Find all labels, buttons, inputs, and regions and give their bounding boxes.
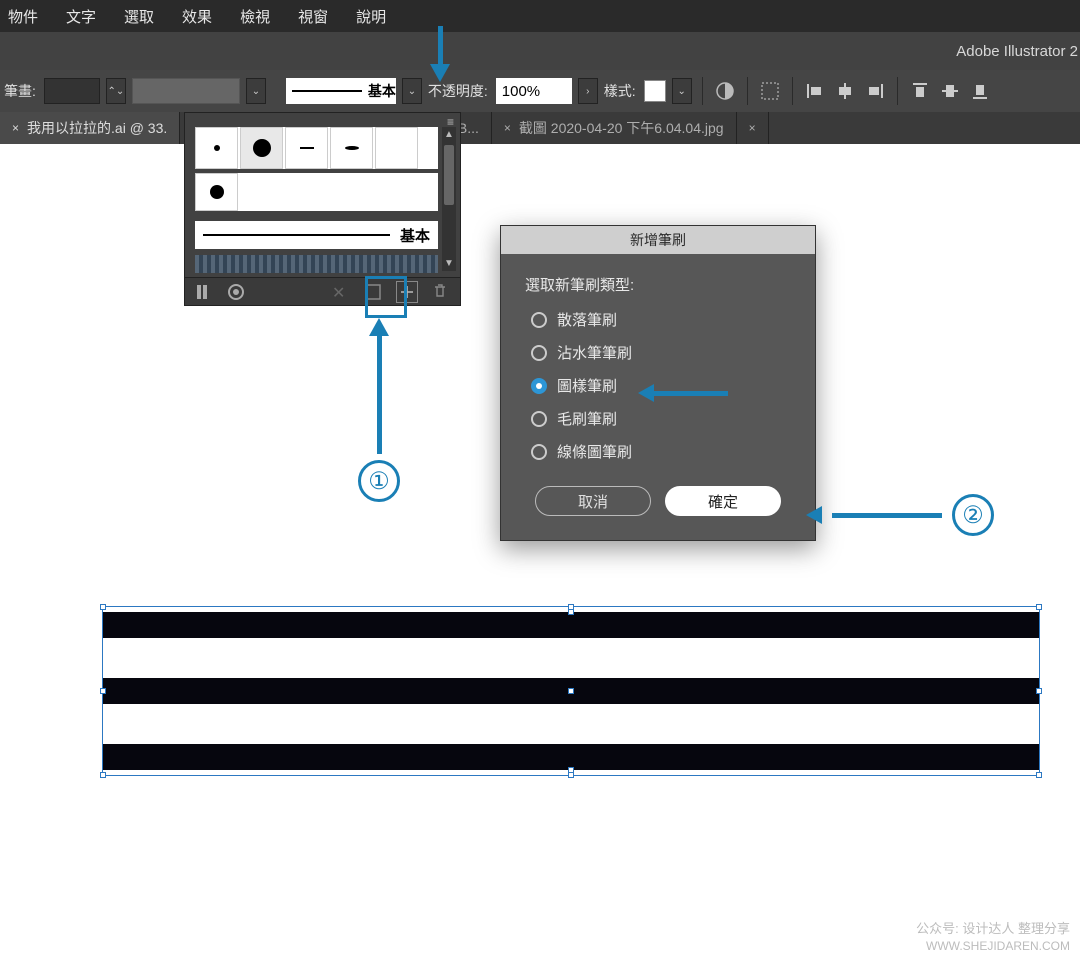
menu-object[interactable]: 物件	[8, 6, 38, 27]
separator	[792, 77, 793, 105]
menu-window[interactable]: 視窗	[298, 6, 328, 27]
app-title: Adobe Illustrator 2	[956, 43, 1078, 60]
remove-stroke-icon[interactable]: ✕	[332, 283, 350, 301]
selected-artwork[interactable]	[102, 612, 1040, 770]
radio-scatter-brush[interactable]: 散落筆刷	[531, 309, 791, 330]
align-right-icon[interactable]	[863, 79, 887, 103]
new-brush-button[interactable]	[396, 281, 418, 303]
watermark-line2: WWW.SHEJIDAREN.COM	[916, 938, 1070, 955]
graphic-style-swatch[interactable]	[644, 80, 666, 102]
separator	[702, 77, 703, 105]
cancel-button[interactable]: 取消	[535, 486, 651, 516]
menubar: 物件 文字 選取 效果 檢視 視窗 說明	[0, 0, 1080, 32]
brush-basic-row[interactable]: 基本	[195, 221, 438, 249]
align-top-icon[interactable]	[908, 79, 932, 103]
tab-label: 截圖 2020-04-20 下午6.04.04.jpg	[519, 118, 724, 138]
brush-texture-swatch[interactable]	[195, 255, 438, 273]
close-icon[interactable]: ×	[504, 121, 511, 135]
callout-number: ①	[358, 460, 400, 502]
document-tab[interactable]: × 我用以拉拉的.ai @ 33.	[0, 112, 180, 144]
radio-label: 沾水筆筆刷	[557, 342, 632, 363]
menu-select[interactable]: 選取	[124, 6, 154, 27]
close-icon[interactable]: ×	[12, 121, 19, 135]
callout-number: ②	[952, 494, 994, 536]
stroke-label: 筆畫:	[4, 81, 36, 101]
brush-definition-dropdown[interactable]: 基本	[286, 78, 396, 104]
brush-library-icon[interactable]	[195, 283, 213, 301]
brush-definition-chevron[interactable]: ⌄	[402, 78, 422, 104]
brush-basic-label: 基本	[400, 225, 430, 246]
selection-bounding-box[interactable]	[102, 606, 1040, 776]
radio-pattern-brush[interactable]: 圖樣筆刷	[531, 375, 791, 396]
stroke-weight-input[interactable]	[44, 78, 100, 104]
scrollbar[interactable]: ▲ ▼	[442, 127, 456, 271]
app-title-bar: Adobe Illustrator 2	[0, 32, 1080, 70]
document-tab[interactable]: × 截圖 2020-04-20 下午6.04.04.jpg	[492, 112, 737, 144]
brush-swatch[interactable]	[195, 127, 238, 169]
scrollbar-thumb[interactable]	[444, 145, 454, 205]
panel-menu-icon[interactable]: ≡	[447, 115, 454, 121]
libraries-icon[interactable]	[227, 283, 245, 301]
watermark: 公众号: 设计达人 整理分享 WWW.SHEJIDAREN.COM	[916, 920, 1070, 955]
transparency-icon[interactable]	[713, 79, 737, 103]
opacity-label: 不透明度:	[428, 81, 488, 101]
stroke-stepper[interactable]: ⌃⌄	[106, 78, 126, 104]
brush-swatch[interactable]	[330, 127, 373, 169]
document-tab[interactable]: ×	[737, 112, 769, 144]
brush-swatch[interactable]	[285, 127, 328, 169]
align-artboard-icon[interactable]	[758, 79, 782, 103]
annotation-callout-1: ①	[358, 318, 400, 502]
brush-swatch[interactable]	[240, 127, 283, 169]
separator	[897, 77, 898, 105]
menu-effect[interactable]: 效果	[182, 6, 212, 27]
brush-options-icon[interactable]	[364, 283, 382, 301]
opacity-dropdown[interactable]: ›	[578, 78, 598, 104]
align-vcenter-icon[interactable]	[938, 79, 962, 103]
align-bottom-icon[interactable]	[968, 79, 992, 103]
radio-label: 毛刷筆刷	[557, 408, 617, 429]
menu-type[interactable]: 文字	[66, 6, 96, 27]
align-left-icon[interactable]	[803, 79, 827, 103]
radio-calligraphic-brush[interactable]: 沾水筆筆刷	[531, 342, 791, 363]
menu-help[interactable]: 說明	[356, 6, 386, 27]
brush-definition-label: 基本	[368, 81, 396, 101]
brush-type-radio-group: 散落筆刷 沾水筆筆刷 圖樣筆刷 毛刷筆刷 線條圖筆刷	[531, 309, 791, 462]
separator	[747, 77, 748, 105]
new-brush-dialog: 新增筆刷 選取新筆刷類型: 散落筆刷 沾水筆筆刷 圖樣筆刷 毛刷筆刷 線條圖筆刷	[500, 225, 816, 541]
menu-view[interactable]: 檢視	[240, 6, 270, 27]
dialog-title: 新增筆刷	[501, 226, 815, 254]
stroke-color-well[interactable]	[132, 78, 240, 104]
brushes-panel-footer: ✕	[185, 277, 460, 305]
radio-label: 線條圖筆刷	[557, 441, 632, 462]
brush-swatch[interactable]	[195, 173, 238, 211]
radio-icon	[531, 444, 547, 460]
tab-label: 我用以拉拉的.ai @ 33.	[27, 118, 167, 138]
radio-icon	[531, 312, 547, 328]
document-tabbar: × 我用以拉拉的.ai @ 33. 7% (R... × mac鍵盤.ai @ …	[0, 112, 1080, 144]
radio-icon	[531, 378, 547, 394]
annotation-callout-2: ②	[806, 494, 994, 536]
align-hcenter-icon[interactable]	[833, 79, 857, 103]
brush-swatch[interactable]	[375, 127, 418, 169]
ok-button[interactable]: 確定	[665, 486, 781, 516]
radio-label: 圖樣筆刷	[557, 375, 617, 396]
radio-icon	[531, 411, 547, 427]
dialog-prompt: 選取新筆刷類型:	[525, 274, 791, 295]
graphic-style-dropdown[interactable]: ⌄	[672, 78, 692, 104]
radio-icon	[531, 345, 547, 361]
radio-label: 散落筆刷	[557, 309, 617, 330]
watermark-line1: 公众号: 设计达人 整理分享	[916, 920, 1070, 938]
stroke-color-dropdown[interactable]: ⌄	[246, 78, 266, 104]
brushes-panel-popover: ≡ 基本 ▲ ▼ ✕	[184, 112, 461, 306]
control-toolbar: 筆畫: ⌃⌄ ⌄ 基本 ⌄ 不透明度: 100% › 樣式: ⌄	[0, 70, 1080, 112]
opacity-input[interactable]: 100%	[496, 78, 572, 104]
radio-bristle-brush[interactable]: 毛刷筆刷	[531, 408, 791, 429]
radio-art-brush[interactable]: 線條圖筆刷	[531, 441, 791, 462]
close-icon[interactable]: ×	[749, 121, 756, 135]
delete-brush-icon[interactable]	[432, 283, 450, 301]
style-label: 樣式:	[604, 81, 636, 101]
